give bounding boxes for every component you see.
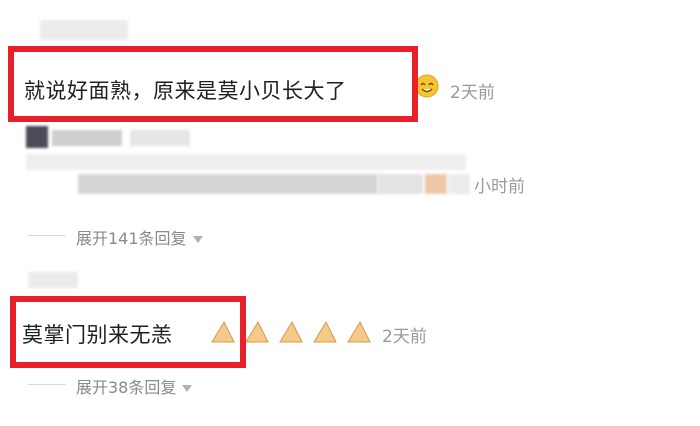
comment-time: 2天前: [382, 327, 427, 347]
reply-name-blurred[interactable]: [52, 130, 122, 146]
caret-down-icon: [192, 236, 203, 243]
reply-time: 小时前: [474, 177, 525, 197]
expand-replies-label: 展开38条回复: [76, 378, 177, 397]
reply-line2-blurred-c: [448, 174, 470, 194]
reply-line1-blurred: [26, 154, 466, 170]
reply-avatar-blurred[interactable]: [26, 126, 48, 148]
expand-replies-button[interactable]: 展开141条回复: [76, 225, 203, 249]
reply-line2-blurred-b: [378, 174, 423, 194]
divider: [28, 384, 66, 385]
reply-emoji-blurred: [425, 174, 447, 194]
highlight-box: [10, 296, 246, 368]
username-blurred-2[interactable]: [28, 272, 78, 288]
caret-down-icon: [182, 385, 193, 392]
expand-replies-label: 展开141条回复: [76, 229, 187, 248]
username-blurred[interactable]: [40, 20, 128, 40]
expand-replies-button[interactable]: 展开38条回复: [76, 374, 193, 398]
comment-time: 2天前: [450, 83, 495, 103]
highlight-box: [8, 46, 418, 122]
divider: [28, 235, 66, 236]
reply-name-blurred-2: [130, 130, 190, 146]
reply-line2-blurred: [78, 174, 378, 194]
